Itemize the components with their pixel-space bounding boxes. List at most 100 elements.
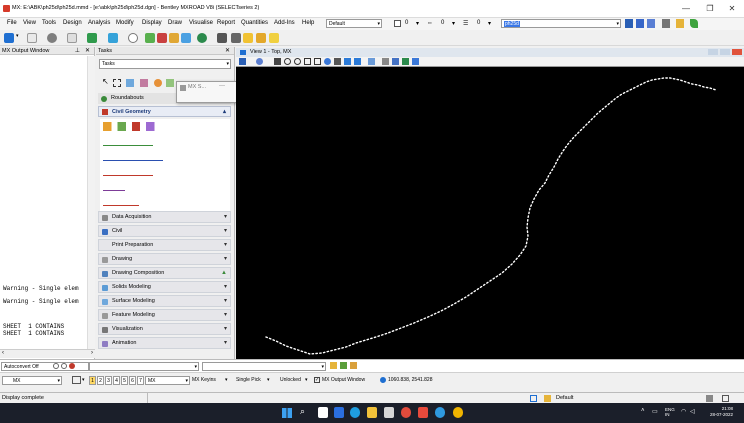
menu-modify[interactable]: Modify: [116, 20, 134, 26]
new-file-icon[interactable]: [4, 33, 14, 43]
task-data-acquisition[interactable]: Data Acquisition ▾: [98, 211, 231, 223]
menu-report[interactable]: Report: [217, 20, 235, 26]
view-2-button[interactable]: 2: [97, 376, 104, 385]
level-manager-icon[interactable]: [636, 19, 644, 28]
menu-view[interactable]: View: [23, 20, 36, 26]
window-list-icon[interactable]: [722, 395, 729, 402]
menu-quantities[interactable]: Quantities: [241, 20, 268, 26]
task-visualization[interactable]: Visualization ▾: [98, 323, 231, 335]
attributes-icon[interactable]: [625, 19, 633, 28]
app-icon-blue[interactable]: [435, 407, 445, 418]
store-icon[interactable]: [384, 407, 394, 418]
menu-display[interactable]: Display: [142, 20, 162, 26]
volume-icon[interactable]: ◁: [690, 408, 695, 415]
autoconvert-field[interactable]: Autoconvert Off: [1, 362, 89, 371]
stop-icon[interactable]: [69, 363, 75, 369]
close-icon[interactable]: ✕: [225, 47, 230, 54]
task-animation[interactable]: Animation ▾: [98, 337, 231, 349]
unlocked-label[interactable]: Unlocked: [280, 377, 301, 383]
delete-icon[interactable]: [140, 79, 148, 87]
task-civil[interactable]: Civil ▾: [98, 225, 231, 237]
edge-icon[interactable]: [350, 407, 360, 418]
menu-draw[interactable]: Draw: [168, 20, 182, 26]
color-swatch[interactable]: [394, 20, 401, 27]
view-next-icon[interactable]: [354, 58, 361, 65]
task-drawing[interactable]: Drawing ▾: [98, 253, 231, 265]
reference-icon[interactable]: [647, 19, 655, 28]
select-arrow-icon[interactable]: ↖: [102, 77, 109, 86]
tool-icon-c[interactable]: [169, 33, 179, 43]
maximize-icon[interactable]: [720, 49, 730, 55]
tasks-combo[interactable]: Tasks ▾: [99, 59, 231, 69]
zoom-in-icon[interactable]: [284, 58, 291, 65]
mxroad-icon[interactable]: [453, 407, 463, 418]
zoom-app-icon[interactable]: [334, 407, 344, 418]
tool-icon-h[interactable]: [256, 33, 266, 43]
chevron-down-icon[interactable]: ▾: [488, 20, 491, 27]
output-window-checkbox[interactable]: ✓: [314, 377, 320, 383]
view-5-button[interactable]: 5: [121, 376, 128, 385]
tool-icon-b[interactable]: [157, 33, 167, 43]
arc-tools[interactable]: [103, 152, 163, 161]
task-print-preparation[interactable]: Print Preparation ▾: [98, 239, 231, 251]
copy-view-icon[interactable]: [368, 58, 375, 65]
chevron-down-icon[interactable]: ▾: [452, 20, 455, 27]
render-icon[interactable]: [402, 58, 409, 65]
menu-analysis[interactable]: Analysis: [88, 20, 110, 26]
tool-icon-e[interactable]: [217, 33, 227, 43]
single-pick-label[interactable]: Single Pick: [236, 377, 261, 383]
active-level[interactable]: Default: [556, 395, 573, 401]
close-button[interactable]: ✕: [722, 2, 742, 16]
tool-settings-icon[interactable]: [350, 362, 357, 369]
clip-volume-icon[interactable]: [412, 58, 419, 65]
drawing-canvas[interactable]: [236, 67, 744, 359]
line-tools[interactable]: [103, 137, 153, 146]
battery-icon[interactable]: ▭: [652, 408, 658, 415]
info-icon[interactable]: [61, 363, 67, 369]
pencil-icon[interactable]: [330, 362, 337, 369]
view-group-icon[interactable]: [72, 376, 81, 384]
menu-file[interactable]: File: [7, 20, 17, 26]
task-solids-modeling[interactable]: Solids Modeling ▾: [98, 281, 231, 293]
minimize-button[interactable]: —: [676, 2, 696, 16]
tool-icon-g[interactable]: [243, 33, 253, 43]
tool-icon-f[interactable]: [231, 33, 241, 43]
zoom-out-icon[interactable]: [294, 58, 301, 65]
chrome-icon[interactable]: [401, 407, 411, 418]
measure-icon[interactable]: [166, 79, 174, 87]
circle-tool-icon[interactable]: [47, 33, 57, 43]
folder-icon[interactable]: [676, 19, 684, 28]
view-6-button[interactable]: 6: [129, 376, 136, 385]
display-style-icon[interactable]: [256, 58, 263, 65]
prompt-field[interactable]: ▾: [202, 362, 326, 371]
tool-icon-d[interactable]: [181, 33, 191, 43]
minimize-icon[interactable]: —: [219, 83, 225, 89]
line-weight-icon[interactable]: ☰: [463, 20, 468, 27]
view-7-button[interactable]: 7: [137, 376, 144, 385]
view-attributes-icon[interactable]: [239, 58, 246, 65]
element-selection-icon[interactable]: [126, 79, 134, 87]
transition-tools[interactable]: [103, 167, 153, 176]
menu-design[interactable]: Design: [63, 20, 82, 26]
line-style-icon[interactable]: ┅: [428, 20, 432, 27]
globe-icon[interactable]: [197, 33, 207, 43]
menu-tools[interactable]: Tools: [42, 20, 56, 26]
chevron-down-icon[interactable]: ▾: [225, 377, 228, 383]
task-feature-modeling[interactable]: Feature Modeling ▾: [98, 309, 231, 321]
maximize-button[interactable]: ❐: [700, 2, 720, 16]
pan-view-icon[interactable]: [334, 58, 341, 65]
active-element-combo[interactable]: ph25d ▾: [501, 19, 621, 28]
edit-icon[interactable]: [108, 33, 118, 43]
menu-help[interactable]: Help: [302, 20, 314, 26]
language-indicator[interactable]: ENG IN: [665, 407, 675, 417]
horizontal-scrollbar[interactable]: ‹ ›: [0, 349, 95, 358]
fit-view-icon[interactable]: [314, 58, 321, 65]
paint-icon[interactable]: [154, 79, 162, 87]
wifi-icon[interactable]: ◠: [681, 408, 686, 415]
chevron-up-icon[interactable]: ▴: [223, 107, 226, 117]
task-civil-geometry[interactable]: Civil Geometry ▴: [98, 106, 231, 117]
chevron-up-icon[interactable]: ˄: [641, 408, 645, 414]
menu-add-ins[interactable]: Add-Ins: [274, 20, 295, 26]
view-1-button[interactable]: 1: [89, 376, 96, 385]
update-view-icon[interactable]: [274, 58, 281, 65]
